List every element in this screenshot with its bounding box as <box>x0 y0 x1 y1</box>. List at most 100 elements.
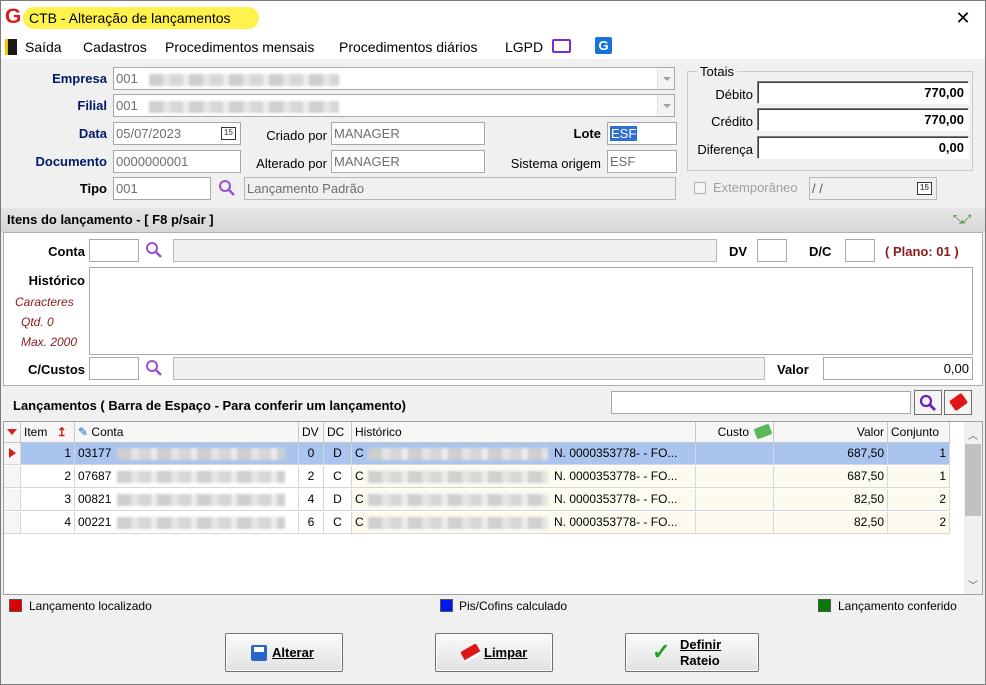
diferenca-label: Diferença <box>697 142 753 157</box>
cell-dv: 6 <box>299 512 324 534</box>
title-bar: G CTB - Alteração de lançamentos ✕ <box>1 1 985 35</box>
search-icon <box>919 394 936 411</box>
cell-conta: 07687 <box>75 466 299 488</box>
conta-label: Conta <box>48 244 85 259</box>
search-button[interactable] <box>914 390 942 415</box>
historico-blurred <box>367 470 548 483</box>
credito-label: Crédito <box>711 114 753 129</box>
valor-field[interactable]: 0,00 <box>823 357 973 380</box>
extemporaneo-label: Extemporâneo <box>713 180 798 195</box>
empresa-name-blurred <box>149 73 340 86</box>
ccustos-field[interactable] <box>89 357 139 380</box>
extemporaneo-date-field: / / 15 <box>809 177 937 200</box>
col-item-label: Item <box>24 425 48 439</box>
exit-door-icon <box>5 39 17 55</box>
grid-scrollbar[interactable]: ︿ ﹀ <box>964 422 982 594</box>
row-indicator <box>4 466 21 488</box>
cell-dv: 0 <box>299 443 324 465</box>
extemporaneo-checkbox[interactable] <box>694 182 706 194</box>
max-label: Max. 2000 <box>21 335 78 349</box>
limpar-button[interactable]: Limpar <box>435 633 553 672</box>
historico-textarea[interactable] <box>89 267 973 355</box>
col-header-conjunto[interactable]: Conjunto <box>888 422 950 443</box>
alterar-button[interactable]: Alterar <box>225 633 343 672</box>
historico-end: N. 0000353778- - FO... <box>554 446 678 460</box>
cell-valor: 687,50 <box>774 443 888 465</box>
cell-dc: D <box>324 489 352 511</box>
cell-conjunto: 1 <box>888 466 950 488</box>
col-header-historico[interactable]: Histórico <box>352 422 696 443</box>
valor-label: Valor <box>777 362 809 377</box>
menu-saida[interactable]: Saída <box>25 39 62 55</box>
historico-start: C <box>355 469 364 483</box>
current-row-arrow-icon <box>9 448 16 458</box>
alterar-button-label: Alterar <box>272 645 314 660</box>
grid-indicator-header <box>4 422 21 443</box>
credito-value: 770,00 <box>757 108 969 131</box>
menu-lgpd[interactable]: LGPD <box>505 39 543 55</box>
filial-select[interactable]: 001 <box>113 94 675 117</box>
menu-cadastros[interactable]: Cadastros <box>83 39 147 55</box>
lancamentos-grid[interactable]: Item ↥ ✎ Conta DV DC Histórico Custo Val… <box>3 421 983 595</box>
col-header-custo[interactable]: Custo <box>696 422 774 443</box>
dc-field[interactable] <box>845 239 875 262</box>
conta-field[interactable] <box>89 239 139 262</box>
search-icon[interactable] <box>145 359 163 377</box>
col-header-item[interactable]: Item ↥ <box>21 422 75 443</box>
historico-label: Histórico <box>28 273 85 288</box>
search-icon[interactable] <box>218 179 236 197</box>
chevron-down-icon[interactable] <box>657 95 674 116</box>
menu-procedimentos-diarios[interactable]: Procedimentos diários <box>339 39 478 55</box>
window-title: CTB - Alteração de lançamentos <box>23 7 259 29</box>
conta-name-blurred <box>117 516 286 529</box>
menu-procedimentos-mensais[interactable]: Procedimentos mensais <box>165 39 314 55</box>
sort-1-icon: ↥ <box>56 425 67 439</box>
documento-label: Documento <box>35 154 108 169</box>
cell-valor: 82,50 <box>774 512 888 534</box>
cell-conjunto: 2 <box>888 489 950 511</box>
ccustos-label: C/Custos <box>27 362 85 377</box>
col-header-conta[interactable]: ✎ Conta <box>75 422 299 443</box>
conta-description <box>173 239 717 262</box>
calendar-icon[interactable]: 15 <box>221 127 236 140</box>
dv-field[interactable] <box>757 239 787 262</box>
main-window: G CTB - Alteração de lançamentos ✕ Saída… <box>0 0 986 685</box>
scrollbar-thumb[interactable] <box>965 444 981 516</box>
tipo-field[interactable]: 001 <box>113 177 211 200</box>
documento-field[interactable]: 0000000001 <box>113 150 241 173</box>
dv-label: DV <box>729 244 748 259</box>
row-indicator <box>4 443 21 465</box>
lote-field[interactable]: ESF <box>607 122 677 145</box>
ccustos-description <box>173 357 765 380</box>
empresa-select[interactable]: 001 <box>113 67 675 90</box>
extemporaneo-date-value: / / <box>812 181 823 196</box>
monitor-icon[interactable] <box>552 39 571 53</box>
col-header-dv[interactable]: DV <box>299 422 324 443</box>
cell-dc: C <box>324 466 352 488</box>
cell-custo <box>696 489 774 511</box>
scroll-down-icon[interactable]: ﹀ <box>968 577 978 592</box>
col-header-valor[interactable]: Valor <box>774 422 888 443</box>
cell-historico: C N. 0000353778- - FO... <box>352 466 696 488</box>
g-app-icon[interactable]: G <box>595 37 612 54</box>
close-button[interactable]: ✕ <box>949 7 977 29</box>
col-header-dc[interactable]: DC <box>324 422 352 443</box>
scroll-up-icon[interactable]: ︿ <box>968 427 978 442</box>
diferenca-value: 0,00 <box>757 136 969 159</box>
definir-rateio-button[interactable]: ✓ Definir Rateio <box>625 633 759 672</box>
calendar-icon: 15 <box>917 182 932 195</box>
caracteres-label: Caracteres <box>15 295 74 309</box>
data-label: Data <box>78 126 107 141</box>
criado-label: Criado por <box>266 128 327 143</box>
expand-icon[interactable]: ⤡⤢ <box>953 212 971 227</box>
cell-conjunto: 1 <box>888 443 950 465</box>
cell-custo <box>696 466 774 488</box>
alterado-field: MANAGER <box>331 150 485 173</box>
cell-conta: 03177 <box>75 443 299 465</box>
chevron-down-icon[interactable] <box>657 68 674 89</box>
clear-search-button[interactable] <box>944 390 972 415</box>
search-icon[interactable] <box>145 241 163 259</box>
data-field[interactable]: 05/07/2023 15 <box>113 122 241 145</box>
lancamentos-search-input[interactable] <box>611 391 911 414</box>
limpar-button-label: Limpar <box>484 645 528 660</box>
